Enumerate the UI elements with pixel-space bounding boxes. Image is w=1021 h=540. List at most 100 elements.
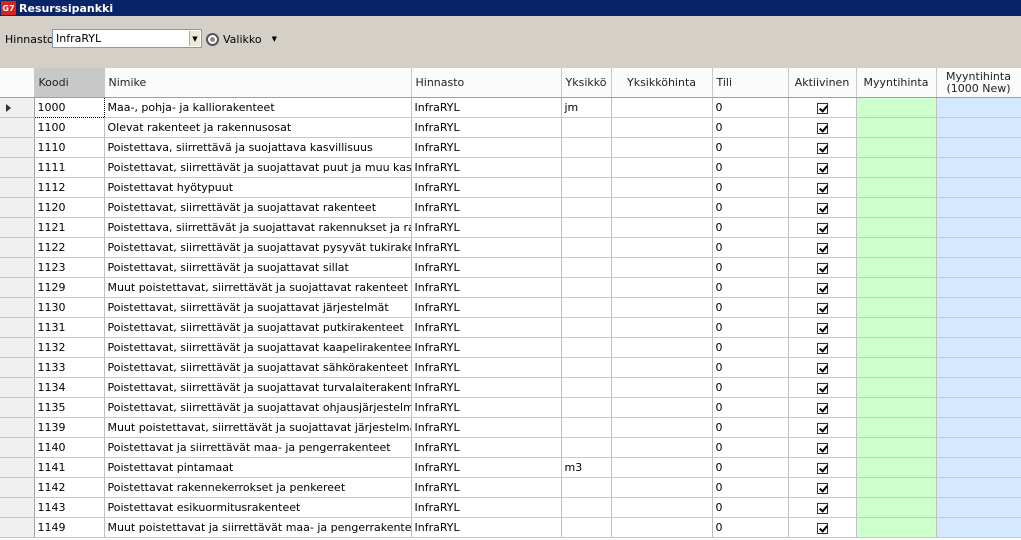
cell-nimike[interactable]: Maa-, pohja- ja kalliorakenteet xyxy=(104,97,412,118)
cell-koodi[interactable]: 1142 xyxy=(34,477,105,498)
cell-hinnasto[interactable]: InfraRYL xyxy=(411,257,562,278)
cell-aktiivinen[interactable] xyxy=(788,497,857,518)
aktiivinen-checkbox[interactable] xyxy=(816,222,828,234)
cell-nimike[interactable]: Poistettavat, siirrettävät ja suojattava… xyxy=(104,357,412,378)
table-row[interactable]: 1139 Muut poistettavat, siirrettävät ja s… xyxy=(0,417,1021,438)
cell-myyntihinta-1000-new[interactable] xyxy=(936,497,1021,518)
cell-koodi[interactable]: 1134 xyxy=(34,377,105,398)
cell-yksikkohinta[interactable] xyxy=(611,157,713,178)
cell-myyntihinta-1000-new[interactable] xyxy=(936,197,1021,218)
aktiivinen-checkbox[interactable] xyxy=(816,242,828,254)
cell-koodi[interactable]: 1130 xyxy=(34,297,105,318)
valikko-menu-button[interactable]: Valikko ▼ xyxy=(206,30,277,48)
cell-myyntihinta[interactable] xyxy=(856,337,937,358)
cell-hinnasto[interactable]: InfraRYL xyxy=(411,97,562,118)
cell-yksikko[interactable] xyxy=(561,437,612,458)
cell-hinnasto[interactable]: InfraRYL xyxy=(411,437,562,458)
cell-myyntihinta-1000-new[interactable] xyxy=(936,377,1021,398)
aktiivinen-checkbox[interactable] xyxy=(816,362,828,374)
table-row[interactable]: 1132 Poistettavat, siirrettävät ja suojat… xyxy=(0,337,1021,358)
cell-tili[interactable]: 0 xyxy=(712,497,789,518)
cell-yksikkohinta[interactable] xyxy=(611,237,713,258)
cell-aktiivinen[interactable] xyxy=(788,357,857,378)
cell-yksikko[interactable] xyxy=(561,157,612,178)
aktiivinen-checkbox[interactable] xyxy=(816,302,828,314)
cell-yksikko[interactable] xyxy=(561,177,612,198)
column-header-hinnasto[interactable]: Hinnasto xyxy=(411,68,562,98)
cell-yksikko[interactable] xyxy=(561,417,612,438)
table-row[interactable]: 1129 Muut poistettavat, siirrettävät ja s… xyxy=(0,277,1021,298)
cell-myyntihinta[interactable] xyxy=(856,437,937,458)
cell-myyntihinta[interactable] xyxy=(856,457,937,478)
cell-myyntihinta-1000-new[interactable] xyxy=(936,457,1021,478)
cell-tili[interactable]: 0 xyxy=(712,477,789,498)
column-header-yksikkohinta[interactable]: Yksikköhinta xyxy=(611,68,713,98)
cell-koodi[interactable]: 1135 xyxy=(34,397,105,418)
cell-aktiivinen[interactable] xyxy=(788,417,857,438)
cell-myyntihinta-1000-new[interactable] xyxy=(936,137,1021,158)
cell-tili[interactable]: 0 xyxy=(712,457,789,478)
table-row[interactable]: 1000 Maa-, pohja- ja kalliorakenteet Infra… xyxy=(0,97,1021,118)
table-row[interactable]: 1111 Poistettavat, siirrettävät ja suojat… xyxy=(0,157,1021,178)
cell-yksikkohinta[interactable] xyxy=(611,217,713,238)
cell-nimike[interactable]: Poistettava, siirrettävät ja suojattavat… xyxy=(104,217,412,238)
cell-yksikkohinta[interactable] xyxy=(611,297,713,318)
cell-aktiivinen[interactable] xyxy=(788,337,857,358)
cell-tili[interactable]: 0 xyxy=(712,137,789,158)
table-row[interactable]: 1110 Poistettava, siirrettävä ja suojatta… xyxy=(0,137,1021,158)
cell-nimike[interactable]: Poistettavat, siirrettävät ja suojattava… xyxy=(104,237,412,258)
cell-aktiivinen[interactable] xyxy=(788,237,857,258)
cell-myyntihinta-1000-new[interactable] xyxy=(936,217,1021,238)
cell-nimike[interactable]: Poistettavat hyötypuut xyxy=(104,177,412,198)
aktiivinen-checkbox[interactable] xyxy=(816,182,828,194)
cell-myyntihinta-1000-new[interactable] xyxy=(936,317,1021,338)
cell-nimike[interactable]: Muut poistettavat, siirrettävät ja suoja… xyxy=(104,417,412,438)
cell-yksikkohinta[interactable] xyxy=(611,197,713,218)
cell-myyntihinta-1000-new[interactable] xyxy=(936,277,1021,298)
cell-yksikko[interactable]: m3 xyxy=(561,457,612,478)
cell-tili[interactable]: 0 xyxy=(712,177,789,198)
cell-yksikko[interactable] xyxy=(561,357,612,378)
cell-tili[interactable]: 0 xyxy=(712,437,789,458)
table-row[interactable]: 1141 Poistettavat pintamaat InfraRYL m3 0 xyxy=(0,457,1021,478)
cell-aktiivinen[interactable] xyxy=(788,257,857,278)
cell-yksikko[interactable] xyxy=(561,137,612,158)
cell-tili[interactable]: 0 xyxy=(712,197,789,218)
cell-myyntihinta[interactable] xyxy=(856,137,937,158)
cell-aktiivinen[interactable] xyxy=(788,377,857,398)
cell-hinnasto[interactable]: InfraRYL xyxy=(411,177,562,198)
cell-tili[interactable]: 0 xyxy=(712,357,789,378)
cell-tili[interactable]: 0 xyxy=(712,277,789,298)
table-row[interactable]: 1140 Poistettavat ja siirrettävät maa- ja… xyxy=(0,437,1021,458)
cell-koodi[interactable]: 1121 xyxy=(34,217,105,238)
aktiivinen-checkbox[interactable] xyxy=(816,122,828,134)
cell-myyntihinta-1000-new[interactable] xyxy=(936,417,1021,438)
cell-yksikko[interactable] xyxy=(561,497,612,518)
cell-koodi[interactable]: 1131 xyxy=(34,317,105,338)
cell-nimike[interactable]: Poistettavat esikuormitusrakenteet xyxy=(104,497,412,518)
cell-myyntihinta[interactable] xyxy=(856,357,937,378)
cell-hinnasto[interactable]: InfraRYL xyxy=(411,457,562,478)
cell-nimike[interactable]: Poistettavat, siirrettävät ja suojattava… xyxy=(104,377,412,398)
cell-tili[interactable]: 0 xyxy=(712,257,789,278)
aktiivinen-checkbox[interactable] xyxy=(816,262,828,274)
cell-yksikko[interactable] xyxy=(561,277,612,298)
cell-yksikko[interactable] xyxy=(561,117,612,138)
cell-nimike[interactable]: Poistettavat, siirrettävät ja suojattava… xyxy=(104,157,412,178)
column-header-koodi[interactable]: Koodi xyxy=(34,68,105,98)
cell-yksikko[interactable] xyxy=(561,377,612,398)
cell-koodi[interactable]: 1112 xyxy=(34,177,105,198)
cell-nimike[interactable]: Poistettavat, siirrettävät ja suojattava… xyxy=(104,257,412,278)
cell-myyntihinta[interactable] xyxy=(856,97,937,118)
cell-yksikko[interactable] xyxy=(561,477,612,498)
cell-yksikkohinta[interactable] xyxy=(611,377,713,398)
table-row[interactable]: 1134 Poistettavat, siirrettävät ja suojat… xyxy=(0,377,1021,398)
cell-myyntihinta-1000-new[interactable] xyxy=(936,337,1021,358)
cell-tili[interactable]: 0 xyxy=(712,377,789,398)
cell-yksikkohinta[interactable] xyxy=(611,257,713,278)
cell-koodi[interactable]: 1141 xyxy=(34,457,105,478)
cell-yksikkohinta[interactable] xyxy=(611,457,713,478)
cell-myyntihinta-1000-new[interactable] xyxy=(936,437,1021,458)
cell-yksikko[interactable] xyxy=(561,517,612,538)
cell-myyntihinta-1000-new[interactable] xyxy=(936,297,1021,318)
